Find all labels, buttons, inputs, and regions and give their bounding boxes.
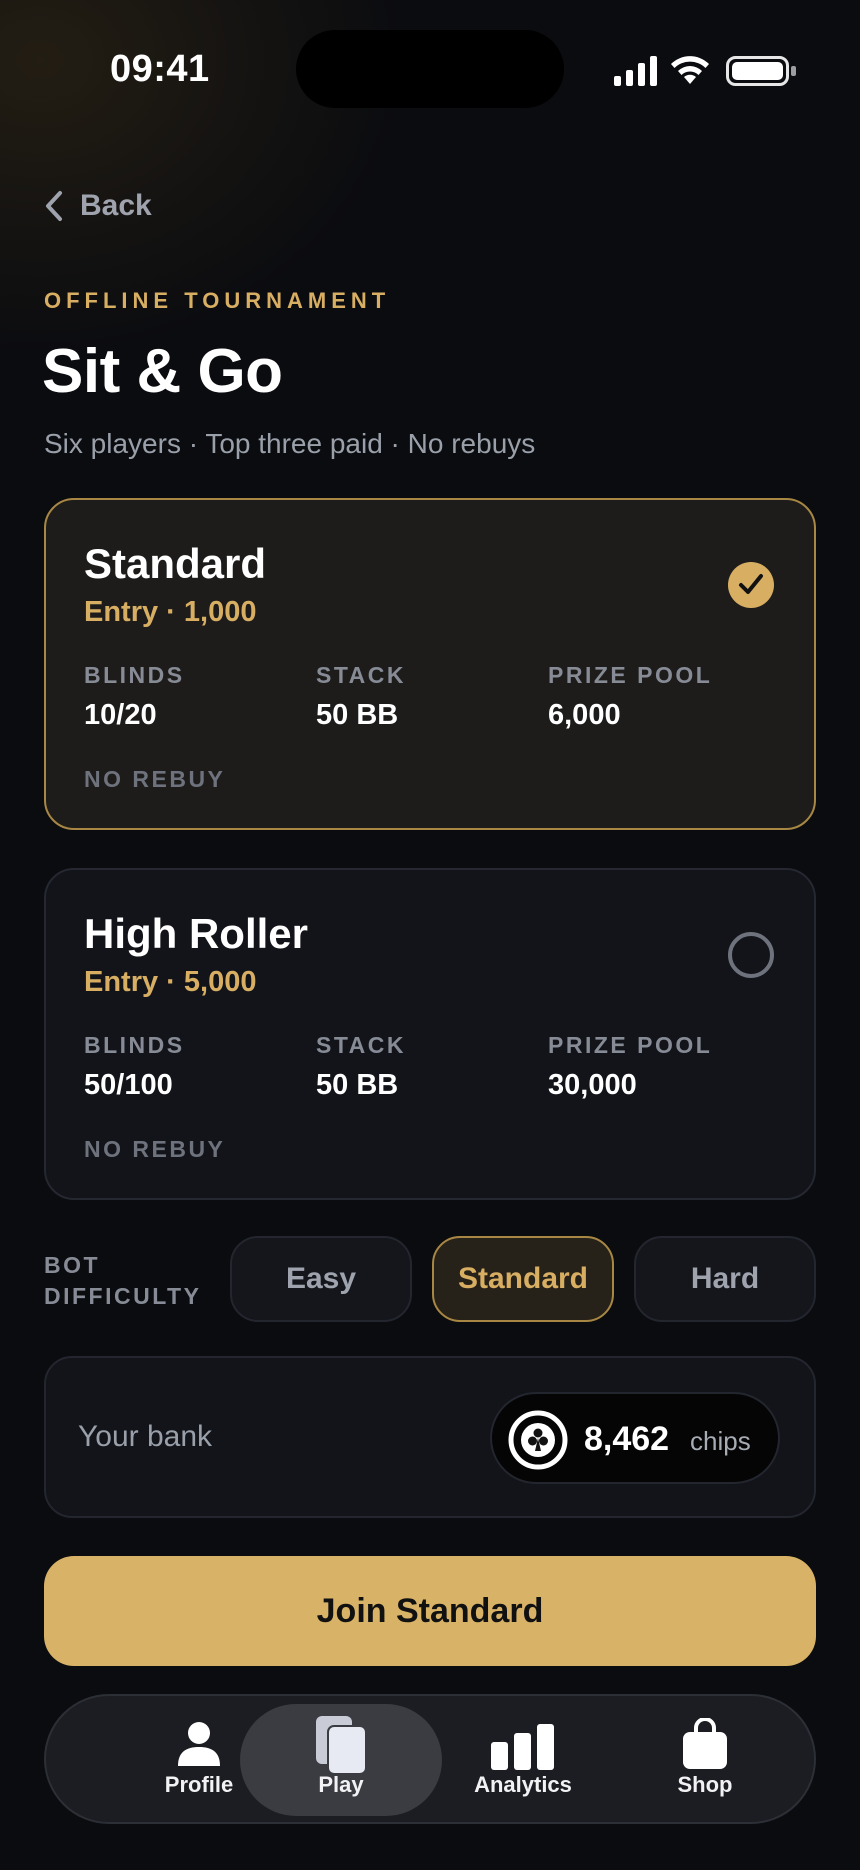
stat-blinds: BLINDS 50/100	[84, 1032, 185, 1102]
stat-value: 50 BB	[316, 1069, 399, 1101]
stat-stack: STACK 50 BB	[316, 662, 406, 732]
page-title: Sit & Go	[42, 337, 283, 406]
stat-value: 30,000	[548, 1069, 637, 1101]
bank-panel: Your bank 8,462 chips	[44, 1356, 816, 1518]
status-time: 09:41	[110, 48, 210, 90]
stat-label: STACK	[316, 1032, 407, 1058]
difficulty-hard-button[interactable]: Hard	[634, 1236, 816, 1322]
bag-icon	[683, 1718, 727, 1769]
difficulty-standard-button[interactable]: Standard	[432, 1236, 614, 1322]
stat-label: BLINDS	[84, 662, 185, 688]
tab-label: Analytics	[474, 1772, 572, 1797]
stat-value: 10/20	[84, 699, 157, 731]
signal-icon	[614, 56, 657, 86]
bot-difficulty-label: BOT DIFFICULTY	[44, 1252, 202, 1309]
tab-bar: Profile Play Analytics Shop	[44, 1694, 816, 1824]
table-card-high-roller[interactable]: High Roller Entry · 5,000 BLINDS 50/100 …	[44, 868, 816, 1200]
tab-label: Profile	[164, 1772, 234, 1797]
bank-label: Your bank	[78, 1420, 213, 1453]
back-label: Back	[80, 189, 152, 222]
table-name: Standard	[84, 540, 267, 587]
battery-icon	[726, 56, 796, 86]
checkmark-icon	[739, 574, 763, 594]
unselected-radio[interactable]	[728, 932, 774, 978]
person-icon	[178, 1722, 220, 1766]
chip-amount: 8,462	[584, 1420, 670, 1458]
rebuy-label: NO REBUY	[84, 766, 226, 792]
page-subtitle: Six players · Top three paid · No rebuys	[44, 428, 536, 459]
chevron-left-icon	[46, 191, 62, 221]
stat-label: STACK	[316, 662, 407, 688]
table-entry: Entry · 5,000	[84, 966, 257, 998]
difficulty-easy-button[interactable]: Easy	[230, 1236, 412, 1322]
club-chip-icon	[508, 1410, 568, 1470]
wifi-icon	[671, 56, 709, 84]
tab-shop[interactable]: Shop	[614, 1704, 796, 1816]
stat-label: BLINDS	[84, 1032, 185, 1058]
stat-prize-pool: PRIZE POOL 6,000	[548, 662, 712, 732]
cards-icon	[316, 1716, 367, 1775]
stat-value: 50 BB	[316, 699, 399, 731]
bar-chart-icon	[491, 1724, 554, 1770]
selected-radio[interactable]	[728, 562, 774, 608]
rebuy-label: NO REBUY	[84, 1136, 226, 1162]
join-button[interactable]: Join Standard	[44, 1556, 816, 1666]
chips-balance: 8,462 chips	[490, 1392, 780, 1484]
stat-value: 50/100	[84, 1069, 173, 1101]
dynamic-island	[296, 30, 564, 108]
table-card-standard[interactable]: Standard Entry · 1,000 BLINDS 10/20 STAC…	[44, 498, 816, 830]
chip-unit: chips	[690, 1426, 751, 1456]
table-name: High Roller	[84, 910, 309, 957]
stat-prize-pool: PRIZE POOL 30,000	[548, 1032, 712, 1102]
eyebrow-label: OFFLINE TOURNAMENT	[44, 288, 391, 313]
stat-blinds: BLINDS 10/20	[84, 662, 185, 732]
status-icons	[614, 52, 796, 88]
stat-label: PRIZE POOL	[548, 662, 713, 688]
stat-value: 6,000	[548, 699, 621, 731]
tab-play[interactable]: Play	[240, 1704, 442, 1816]
status-bar: 09:41	[0, 0, 860, 140]
tab-analytics[interactable]: Analytics	[432, 1704, 614, 1816]
stat-stack: STACK 50 BB	[316, 1032, 406, 1102]
back-button[interactable]: Back	[42, 186, 152, 226]
table-entry: Entry · 1,000	[84, 596, 257, 628]
tab-label: Shop	[677, 1772, 733, 1797]
stat-label: PRIZE POOL	[548, 1032, 713, 1058]
